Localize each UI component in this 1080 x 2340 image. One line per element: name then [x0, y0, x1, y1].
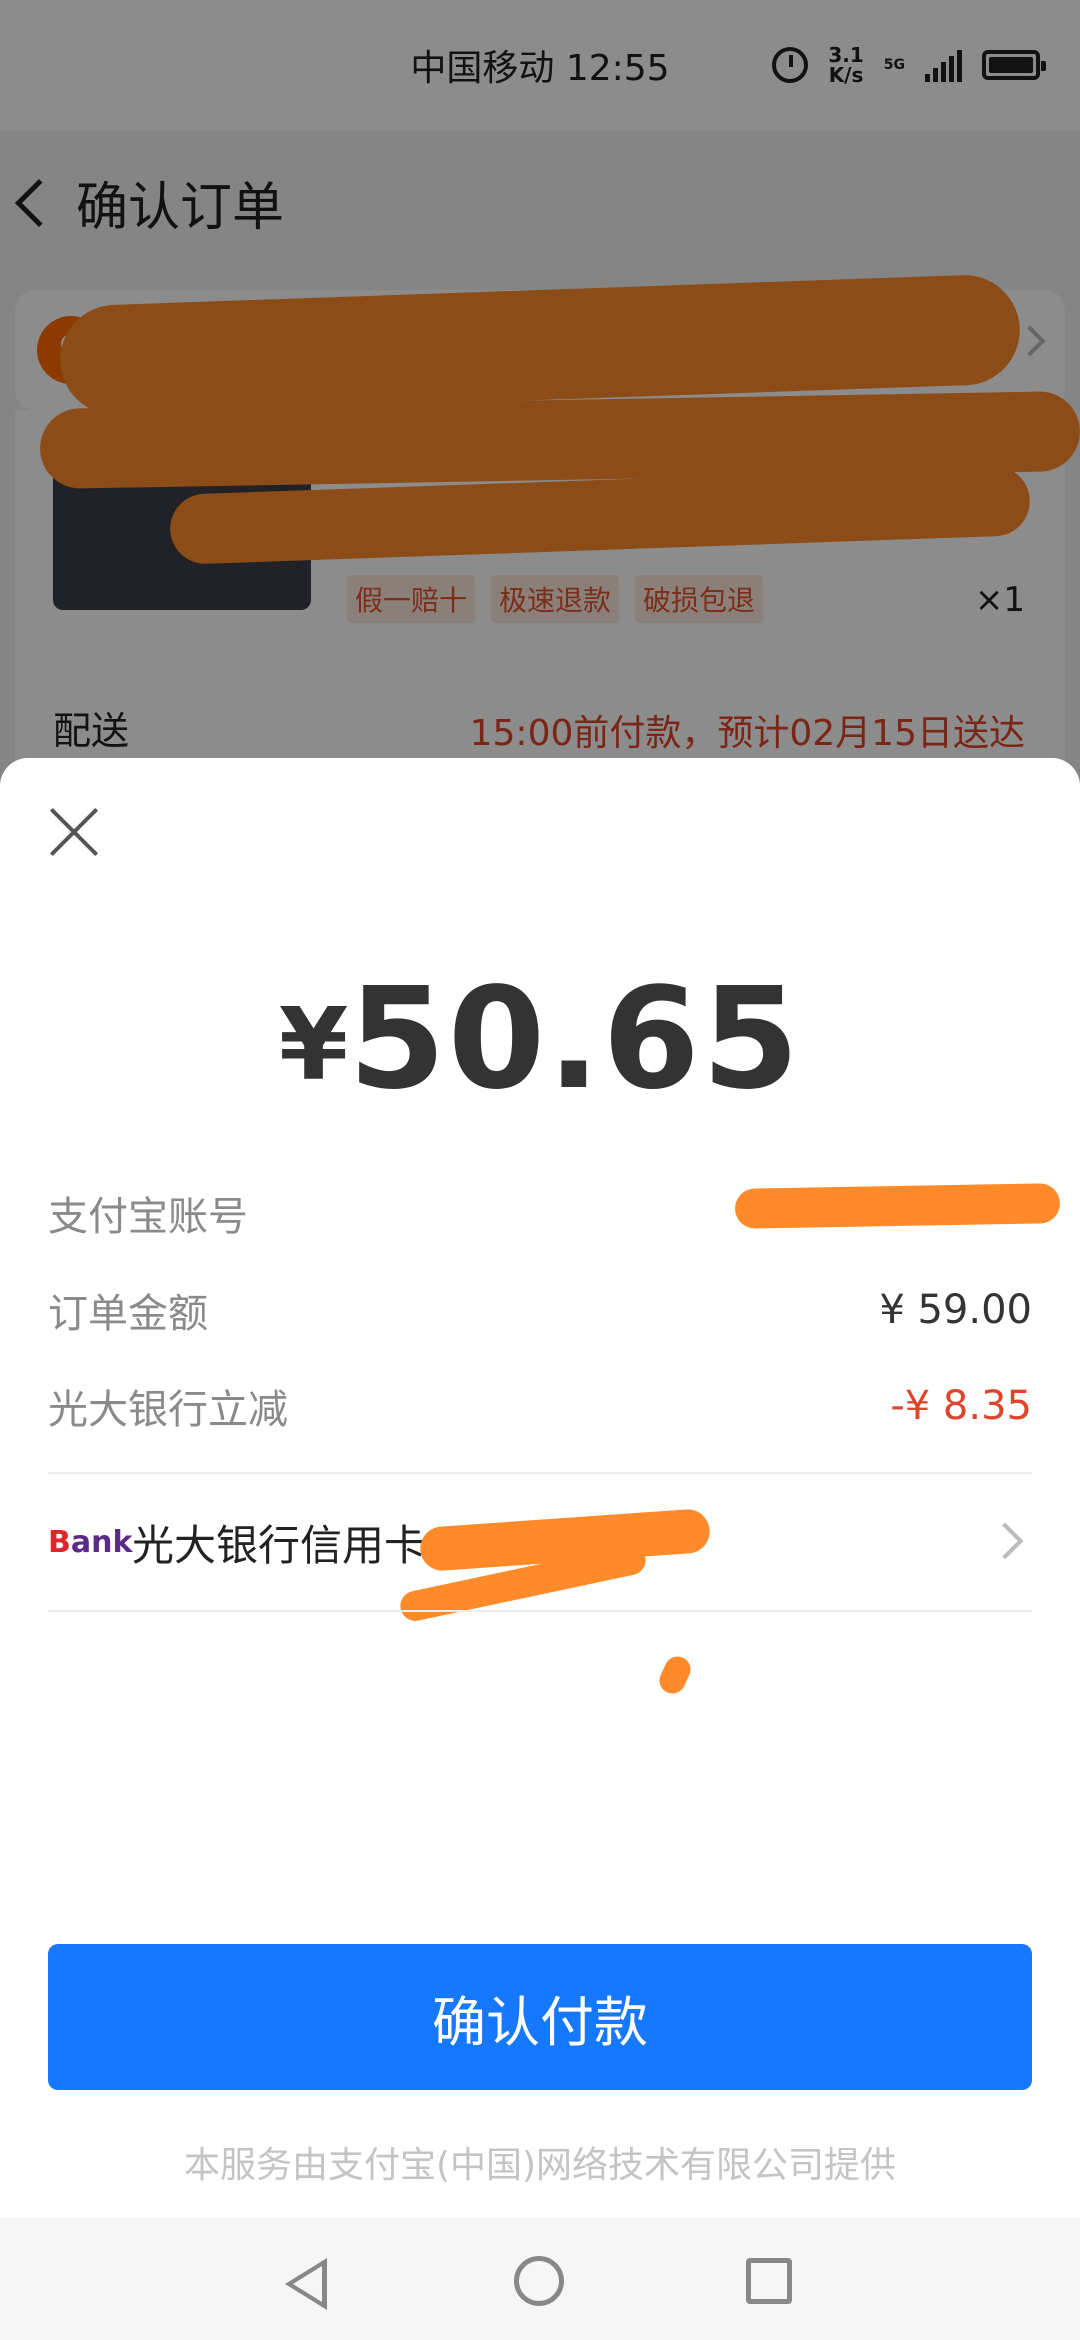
- payment-amount: ¥50.65: [0, 958, 1080, 1121]
- currency-symbol: ¥: [278, 986, 349, 1103]
- close-icon[interactable]: [48, 806, 100, 858]
- redaction-scribble: [734, 1183, 1061, 1229]
- redaction-scribble: [655, 1652, 695, 1698]
- amount-value: 50.65: [348, 958, 802, 1121]
- nav-recents-icon[interactable]: [746, 2258, 792, 2304]
- nav-back-icon[interactable]: [285, 2258, 327, 2310]
- discount-row: 光大银行立减 -¥ 8.35: [48, 1376, 1032, 1436]
- confirm-payment-button[interactable]: 确认付款: [48, 1944, 1032, 2090]
- payment-method-name: 光大银行信用卡(: [132, 1520, 443, 1570]
- chevron-right-icon: [986, 1522, 1024, 1560]
- discount-value: -¥ 8.35: [890, 1383, 1032, 1429]
- provider-note: 本服务由支付宝(中国)网络技术有限公司提供: [183, 2145, 897, 2186]
- order-amount-value: ¥ 59.00: [879, 1287, 1032, 1333]
- order-amount-label: 订单金额: [48, 1291, 208, 1337]
- order-amount-row: 订单金额 ¥ 59.00: [48, 1280, 1032, 1340]
- divider: [48, 1610, 1032, 1612]
- system-nav-bar: [0, 2218, 1080, 2340]
- bank-logo: Bank: [48, 1524, 133, 1560]
- payment-sheet: ¥50.65 支付宝账号 订单金额 ¥ 59.00 光大银行立减 -¥ 8.35…: [0, 758, 1080, 2218]
- nav-home-icon[interactable]: [514, 2256, 564, 2306]
- alipay-account-label: 支付宝账号: [48, 1194, 248, 1240]
- discount-label: 光大银行立减: [48, 1387, 288, 1433]
